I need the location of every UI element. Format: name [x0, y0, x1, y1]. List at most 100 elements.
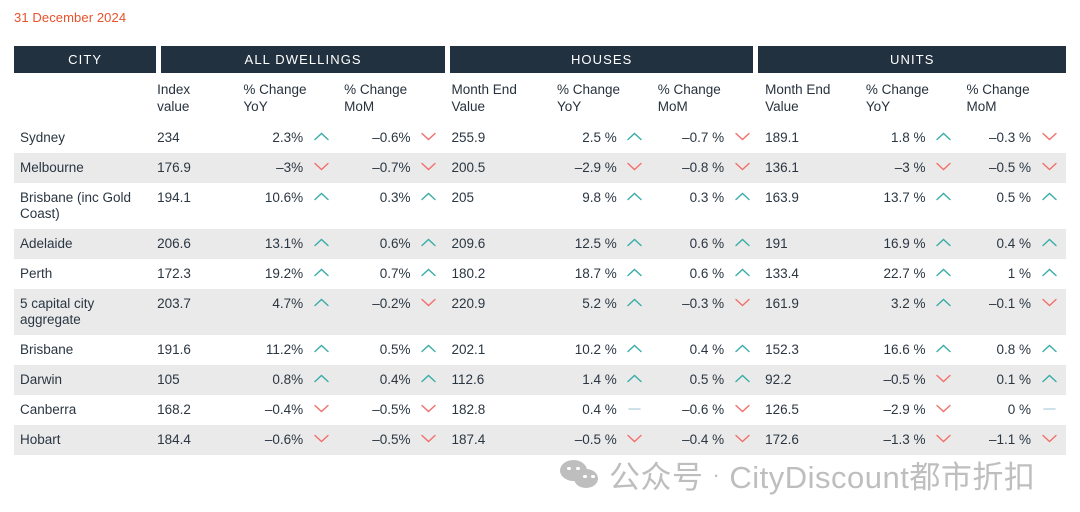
trend-up-icon — [624, 190, 646, 201]
cell-units-yoy: 16.6 % — [860, 335, 961, 365]
cell-value: 19.2% — [264, 266, 304, 281]
cell-value: –1.1 % — [988, 432, 1032, 447]
table-row: 5 capital city aggregate 203.7 4.7% –0.2% 22… — [14, 289, 1066, 335]
cell-units-mom: –0.3 % — [961, 123, 1066, 153]
property-index-table: CITY ALL DWELLINGS HOUSES UNITS Index va… — [14, 46, 1066, 455]
trend-up-icon — [731, 342, 753, 353]
cell-city: Adelaide — [20, 236, 73, 251]
col-header-line1: % Change — [243, 82, 307, 97]
cell-houses-mom: –0.8 % — [652, 153, 759, 183]
cell-units-month-end-value: 189.1 — [765, 130, 799, 145]
trend-up-icon — [1038, 190, 1060, 201]
trend-up-icon — [1038, 372, 1060, 383]
cell-value: 0.4% — [379, 372, 411, 387]
trend-up-icon — [418, 190, 440, 201]
cell-units-month-end-value: 161.9 — [765, 296, 799, 311]
cell-houses-mom: –0.3 % — [652, 289, 759, 319]
col-header-line1: Month End — [765, 82, 831, 97]
col-header-units-month-end-value: Month End Value — [759, 82, 860, 123]
cell-houses-mom: –0.4 % — [652, 425, 759, 455]
cell-all-dwellings-yoy: 10.6% — [237, 183, 338, 213]
cell-value: 12.5 % — [574, 236, 617, 251]
col-header-line1: % Change — [557, 82, 621, 97]
cell-units-mom: 1 % — [961, 259, 1066, 289]
cell-all-dwellings-yoy: 0.8% — [237, 365, 338, 395]
trend-down-icon — [1038, 296, 1060, 307]
col-header-line1: % Change — [966, 82, 1030, 97]
col-header-line2: YoY — [557, 98, 582, 114]
watermark-separator: · — [712, 461, 721, 487]
cell-houses-mom: 0.4 % — [652, 335, 759, 365]
col-header-units-mom: % Change MoM — [961, 82, 1066, 123]
col-header-line2: MoM — [344, 98, 375, 114]
trend-up-icon — [933, 130, 955, 141]
cell-all-dwellings-yoy: –0.4% — [237, 395, 338, 425]
cell-value: 1.8 % — [891, 130, 926, 145]
cell-value: 0.3% — [379, 190, 411, 205]
trend-down-icon — [418, 432, 440, 443]
cell-value: –3 % — [894, 160, 926, 175]
trend-up-icon — [310, 130, 332, 141]
trend-up-icon — [731, 372, 753, 383]
cell-houses-mom: 0.3 % — [652, 183, 759, 213]
trend-down-icon — [731, 402, 753, 413]
report-date: 31 December 2024 — [14, 10, 127, 25]
col-header-all-yoy: % Change YoY — [237, 82, 338, 123]
col-header-line1: % Change — [344, 82, 408, 97]
cell-houses-yoy: 2.5 % — [551, 123, 652, 153]
trend-up-icon — [310, 372, 332, 383]
cell-value: –0.1 % — [988, 296, 1032, 311]
col-header-houses-yoy: % Change YoY — [551, 82, 652, 123]
cell-city: Darwin — [20, 372, 63, 387]
trend-down-icon — [1038, 130, 1060, 141]
cell-value: –0.6 % — [682, 402, 725, 417]
cell-units-yoy: 16.9 % — [860, 229, 961, 259]
cell-value: –0.4 % — [682, 432, 725, 447]
cell-all-dwellings-mom: 0.4% — [338, 365, 445, 395]
cell-units-mom: 0.1 % — [961, 365, 1066, 395]
cell-value: 2.3% — [272, 130, 304, 145]
cell-value: –0.5 % — [988, 160, 1032, 175]
trend-up-icon — [1038, 266, 1060, 277]
cell-units-month-end-value: 152.3 — [765, 342, 799, 357]
cell-value: –0.5 % — [883, 372, 926, 387]
cell-value: 4.7% — [272, 296, 304, 311]
cell-index-value: 191.6 — [157, 342, 191, 357]
cell-units-mom: –1.1 % — [961, 425, 1066, 455]
cell-value: 0.3 % — [689, 190, 725, 205]
cell-city: 5 capital city aggregate — [20, 296, 95, 327]
cell-units-yoy: –0.5 % — [860, 365, 961, 395]
trend-up-icon — [731, 266, 753, 277]
cell-index-value: 234 — [157, 130, 180, 145]
cell-value: 22.7 % — [883, 266, 926, 281]
trend-up-icon — [933, 342, 955, 353]
cell-houses-mom: 0.5 % — [652, 365, 759, 395]
cell-units-mom: 0.4 % — [961, 229, 1066, 259]
cell-houses-month-end-value: 202.1 — [451, 342, 486, 357]
trend-up-icon — [418, 342, 440, 353]
cell-index-value: 176.9 — [157, 160, 191, 175]
trend-up-icon — [310, 266, 332, 277]
col-header-line2: MoM — [657, 98, 688, 114]
trend-up-icon — [624, 130, 646, 141]
cell-all-dwellings-mom: 0.6% — [338, 229, 445, 259]
cell-value: 2.5 % — [582, 130, 617, 145]
group-header-all-dwellings: ALL DWELLINGS — [161, 46, 445, 73]
trend-down-icon — [310, 432, 332, 443]
table-group-header: CITY ALL DWELLINGS HOUSES UNITS — [14, 46, 1066, 73]
cell-houses-mom: –0.6 % — [652, 395, 759, 425]
cell-units-yoy: 13.7 % — [860, 183, 961, 213]
trend-up-icon — [933, 190, 955, 201]
cell-value: 10.6% — [264, 190, 304, 205]
cell-value: 1.4 % — [582, 372, 617, 387]
cell-value: –0.4% — [264, 402, 304, 417]
cell-value: 0.8 % — [996, 342, 1032, 357]
col-header-line1: % Change — [865, 82, 929, 97]
col-header-city-blank — [14, 82, 151, 123]
trend-up-icon — [731, 236, 753, 247]
cell-units-mom: –0.5 % — [961, 153, 1066, 183]
table-row: Perth 172.3 19.2% 0.7% 180.2 18.7 % 0.6 % 133.4… — [14, 259, 1066, 289]
cell-units-month-end-value: 126.5 — [765, 402, 799, 417]
col-header-line2: YoY — [865, 98, 891, 114]
cell-all-dwellings-mom: 0.3% — [338, 183, 445, 213]
